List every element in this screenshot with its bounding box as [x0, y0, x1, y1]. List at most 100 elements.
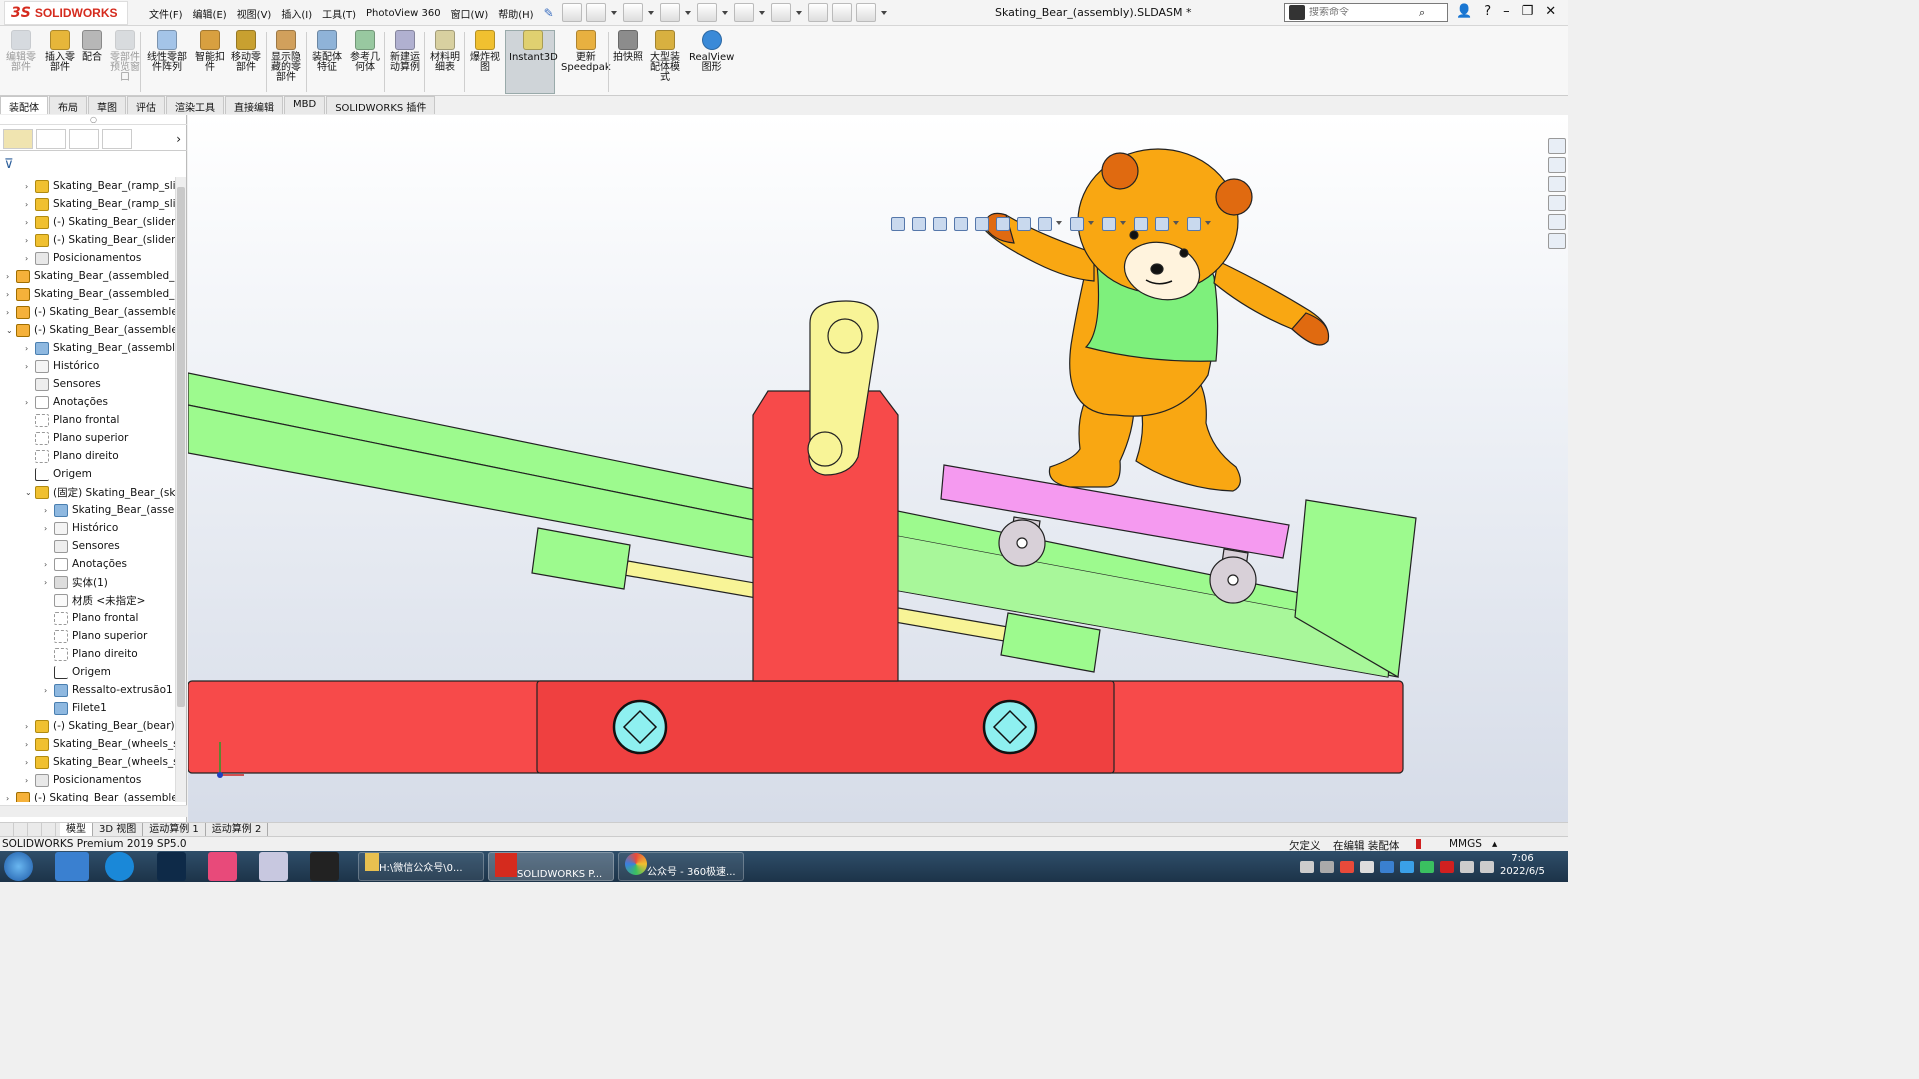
taskbar-browser-window[interactable]: 公众号 - 360极速...	[618, 852, 744, 881]
hide-show-items-icon[interactable]	[1067, 215, 1085, 231]
tree-item[interactable]: Sensores	[44, 537, 120, 555]
tab-evaluate[interactable]: 评估	[127, 96, 165, 114]
start-button[interactable]	[4, 852, 33, 881]
edit-appearance-icon[interactable]	[1099, 215, 1117, 231]
options-gear-icon[interactable]	[856, 3, 876, 22]
menu-help[interactable]: 帮助(H)	[493, 6, 538, 21]
tab-assembly[interactable]: 装配体	[0, 96, 48, 114]
instant3d-button[interactable]: Instant3D	[509, 30, 558, 63]
print-dropdown-icon[interactable]	[721, 3, 730, 22]
show-hidden-button[interactable]: 显示隐 藏的零 部件	[271, 30, 301, 83]
take-snapshot-button[interactable]: 拍快照	[613, 30, 643, 63]
tray-app2-icon[interactable]	[1360, 860, 1374, 873]
search-icon[interactable]: ⌕	[1419, 6, 1425, 20]
menu-edit[interactable]: 编辑(E)	[188, 6, 232, 21]
expand-arrow-icon[interactable]: ›	[25, 362, 35, 371]
tab-scroll-prev-icon[interactable]	[14, 823, 28, 836]
tab-motion-study-2[interactable]: 运动算例 2	[206, 823, 269, 836]
menu-photoview[interactable]: PhotoView 360	[361, 8, 446, 19]
tree-item[interactable]: Plano direito	[25, 447, 119, 465]
user-icon[interactable]: 👤	[1456, 4, 1472, 19]
component-preview-button[interactable]: 零部件 预览窗 口	[110, 30, 140, 83]
options-dropdown-icon[interactable]	[880, 3, 889, 22]
update-speedpak-button[interactable]: 更新 Speedpak	[561, 30, 611, 73]
reference-geometry-button[interactable]: 参考几 何体	[350, 30, 380, 73]
tree-item[interactable]: › Skating_Bear_(ramp_slic	[25, 177, 175, 195]
bill-of-materials-button[interactable]: 材料明 细表	[430, 30, 460, 73]
tab-direct-editing[interactable]: 直接编辑	[225, 96, 283, 114]
tree-item[interactable]: › 实体(1)	[44, 573, 108, 591]
taskbar-tool-icon[interactable]	[208, 852, 237, 881]
expand-arrow-icon[interactable]: ›	[6, 308, 16, 317]
insert-components-button[interactable]: 插入零 部件	[45, 30, 75, 73]
hide-show-dropdown-icon[interactable]	[1088, 215, 1096, 231]
expand-arrow-icon[interactable]: ›	[6, 272, 16, 281]
design-library-icon[interactable]	[1548, 157, 1566, 173]
graphics-area[interactable]: ▯ ▯ – ❐ ✕	[188, 115, 1568, 822]
tree-item[interactable]: Origem	[44, 663, 111, 681]
select-dropdown-icon[interactable]	[795, 3, 804, 22]
status-units[interactable]: MMGS	[1449, 838, 1482, 850]
tree-item[interactable]: Filete1	[44, 699, 107, 717]
expand-arrow-icon[interactable]: ›	[44, 686, 54, 695]
tray-arrow-icon[interactable]	[1320, 860, 1334, 873]
tree-item[interactable]: Plano superior	[25, 429, 128, 447]
expand-arrow-icon[interactable]: ›	[25, 776, 35, 785]
solidworks-logo[interactable]: 3S SOLIDWORKS	[4, 1, 128, 25]
tree-item[interactable]: Plano frontal	[44, 609, 138, 627]
tab-model[interactable]: 模型	[60, 823, 93, 836]
menu-file[interactable]: 文件(F)	[144, 6, 188, 21]
tree-item[interactable]: ⌄ (-) Skating_Bear_(assemblec	[6, 321, 175, 339]
custom-properties-icon[interactable]	[1548, 233, 1566, 249]
exploded-view-button[interactable]: 爆炸视 图	[470, 30, 500, 73]
tree-item[interactable]: › Histórico	[25, 357, 99, 375]
tab-scroll-last-icon[interactable]	[42, 823, 56, 836]
smart-fasteners-button[interactable]: 智能扣 件	[195, 30, 225, 73]
tree-item[interactable]: › Skating_Bear_(asser	[44, 501, 175, 519]
tree-item[interactable]: › Skating_Bear_(ramp_slic	[25, 195, 175, 213]
tab-3d-view[interactable]: 3D 视图	[93, 823, 144, 836]
panel-splitter-handle[interactable]: ○	[0, 115, 187, 125]
feature-tree-tab-icon[interactable]	[3, 128, 33, 149]
view-settings-icon[interactable]	[1152, 215, 1170, 231]
previous-view-icon[interactable]	[951, 215, 969, 231]
mate-button[interactable]: 配合	[82, 30, 102, 63]
tray-app6-icon[interactable]	[1440, 860, 1454, 873]
taskbar-ok-icon[interactable]	[310, 852, 339, 881]
tree-item[interactable]: › (-) Skating_Bear_(slider_	[25, 213, 175, 231]
expand-arrow-icon[interactable]: ›	[44, 560, 54, 569]
undo-dropdown-icon[interactable]	[758, 3, 767, 22]
tree-item[interactable]: Plano direito	[44, 645, 138, 663]
search-input[interactable]	[1309, 7, 1419, 18]
linear-pattern-button[interactable]: 线性零部 件阵列	[147, 30, 187, 73]
solidworks-resources-icon[interactable]	[1548, 138, 1566, 154]
tab-solidworks-addins[interactable]: SOLIDWORKS 插件	[326, 96, 436, 114]
property-manager-tab-icon[interactable]	[36, 128, 66, 149]
tab-layout[interactable]: 布局	[49, 96, 87, 114]
taskbar-clock[interactable]: 7:06 2022/6/5	[1500, 852, 1545, 878]
large-assembly-mode-button[interactable]: 大型装 配体模 式	[650, 30, 680, 83]
expand-arrow-icon[interactable]: ›	[25, 182, 35, 191]
assembly-3d-model[interactable]	[188, 115, 1568, 822]
volume-icon[interactable]	[1480, 860, 1494, 873]
tree-item[interactable]: › Anotações	[25, 393, 108, 411]
expand-arrow-icon[interactable]: ›	[25, 758, 35, 767]
rebuild-indicator-icon[interactable]	[1416, 839, 1421, 849]
tree-item[interactable]: › Skating_Bear_(assembly	[25, 339, 175, 357]
new-motion-study-button[interactable]: 新建运 动算例	[390, 30, 420, 73]
filter-icon[interactable]: ⊽	[4, 157, 26, 173]
tree-item[interactable]: 材质 <未指定>	[44, 591, 145, 609]
expand-arrow-icon[interactable]: ›	[25, 740, 35, 749]
tree-item[interactable]: › Skating_Bear_(assembled_in	[6, 267, 175, 285]
tree-item[interactable]: › (-) Skating_Bear_(bear)<	[25, 717, 175, 735]
tree-vertical-scrollbar[interactable]	[175, 177, 186, 802]
view-settings-dropdown-icon[interactable]	[1173, 215, 1181, 231]
display-monitor-dropdown-icon[interactable]	[1205, 215, 1213, 231]
taskbar-app-icon[interactable]	[55, 852, 89, 881]
units-dropdown-icon[interactable]: ▴	[1492, 838, 1497, 850]
tree-item[interactable]: › (-) Skating_Bear_(slider_	[25, 231, 175, 249]
tab-render-tools[interactable]: 渲染工具	[166, 96, 224, 114]
file-properties-icon[interactable]	[832, 3, 852, 22]
file-explorer-icon[interactable]	[1548, 176, 1566, 192]
taskbar-explorer-window[interactable]: H:\微信公众号\0...	[358, 852, 484, 881]
